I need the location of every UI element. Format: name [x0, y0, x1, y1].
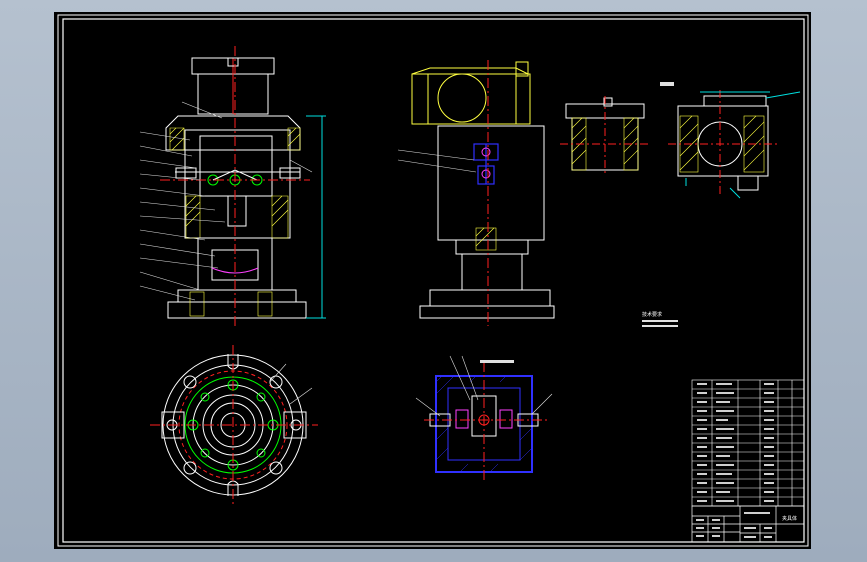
title-block-name: 夹具体 [782, 515, 797, 522]
detail-view-a [560, 96, 650, 176]
cad-application: 技术要求 夹具体 [0, 0, 867, 562]
tech-note-title: 技术要求 [642, 311, 662, 318]
parts-list-table [691, 379, 805, 507]
technical-notes: 技术要求 [642, 311, 678, 327]
front-section-view [160, 46, 326, 326]
top-view [150, 345, 318, 505]
view-label-b [660, 82, 674, 86]
parts-list-text-marks [697, 383, 774, 502]
side-view [397, 60, 555, 326]
outer-frame [57, 14, 809, 547]
lower-section-view [415, 355, 553, 480]
drawing-sheet: 技术要求 夹具体 [57, 14, 809, 547]
detail-view-b [668, 90, 801, 199]
drawing-viewport[interactable]: 技术要求 夹具体 [54, 12, 811, 549]
